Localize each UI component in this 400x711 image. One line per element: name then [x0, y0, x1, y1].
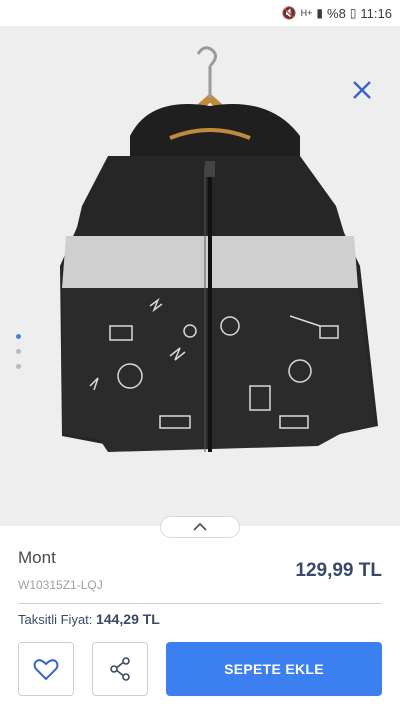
heart-icon — [33, 659, 59, 681]
gallery-dot[interactable] — [16, 334, 21, 339]
expand-details-toggle[interactable] — [160, 516, 240, 538]
gallery-indicator — [16, 334, 21, 369]
mute-icon: 🔇 — [281, 6, 297, 20]
product-price: 129,99 TL — [295, 560, 382, 581]
product-title: Mont — [18, 548, 56, 567]
clock: 11:16 — [360, 5, 392, 21]
favorite-button[interactable] — [18, 642, 74, 696]
close-icon — [353, 81, 371, 99]
gallery-dot[interactable] — [16, 364, 21, 369]
installment-price: 144,29 TL — [96, 611, 160, 627]
installment-label: Taksitli Fiyat: — [18, 612, 93, 627]
divider — [18, 603, 382, 604]
status-bar: 🔇 H+ ▮ %8 ▯ 11:16 — [0, 0, 400, 26]
network-type: H+ — [300, 8, 313, 18]
share-button[interactable] — [92, 642, 148, 696]
add-to-cart-button[interactable]: SEPETE EKLE — [166, 642, 382, 696]
product-sku: W10315Z1-LQJ — [18, 578, 103, 592]
signal-icon: ▮ — [316, 6, 324, 20]
battery-icon: ▯ — [349, 6, 357, 20]
gallery-dot[interactable] — [16, 349, 21, 354]
installment-price-row: Taksitli Fiyat: 144,29 TL — [18, 611, 160, 627]
share-icon — [110, 657, 130, 681]
chevron-up-icon — [193, 522, 207, 531]
product-image[interactable] — [0, 26, 400, 526]
battery-percent: %8 — [327, 5, 346, 21]
jacket-illustration — [60, 46, 378, 452]
close-button[interactable] — [350, 78, 374, 102]
